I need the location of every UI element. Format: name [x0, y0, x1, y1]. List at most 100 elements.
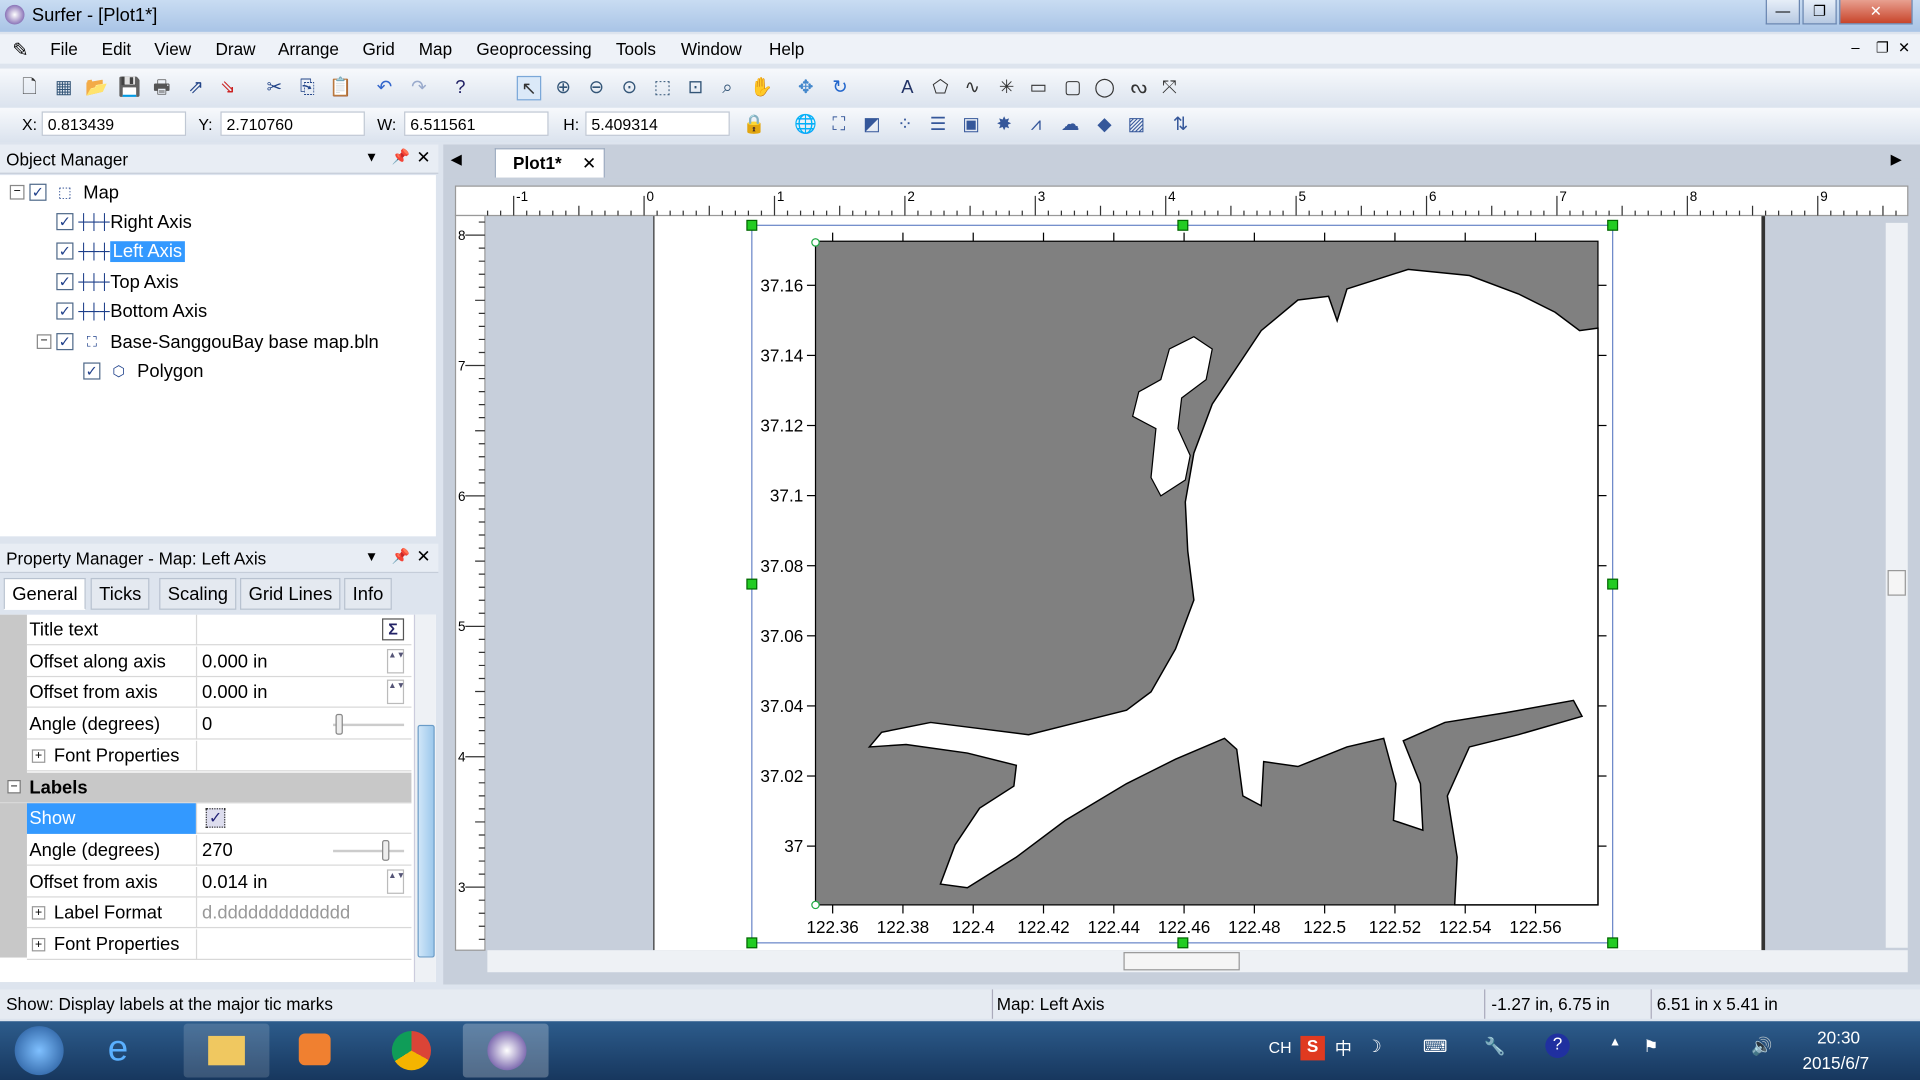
- angle-slider-thumb[interactable]: [335, 713, 343, 735]
- reshape-icon[interactable]: ⤧: [1157, 76, 1181, 100]
- spline-icon[interactable]: ᔓ: [1127, 76, 1151, 100]
- selection-handle[interactable]: [746, 937, 758, 949]
- rounded-rect-icon[interactable]: ▢: [1060, 76, 1084, 100]
- selection-handle[interactable]: [746, 219, 758, 231]
- sogou-icon[interactable]: S: [1300, 1035, 1325, 1061]
- spin-button[interactable]: ▲▼: [386, 680, 405, 705]
- spin-button[interactable]: ▲▼: [386, 868, 405, 894]
- property-row[interactable]: Show ✓: [26, 803, 412, 835]
- visibility-checkbox[interactable]: ✓: [56, 273, 74, 291]
- tree-item[interactable]: ✓ ┼┼┼ Right Axis: [37, 208, 192, 235]
- expand-icon[interactable]: +: [31, 937, 46, 952]
- tree-item[interactable]: ✓ ┼┼┼ Left Axis: [37, 238, 185, 265]
- dropdown-icon[interactable]: ▼: [365, 550, 378, 565]
- clock-time[interactable]: 20:30: [1817, 1027, 1860, 1047]
- polyline-icon[interactable]: ∿: [960, 76, 984, 100]
- tab-scroll-right-icon[interactable]: ▶: [1891, 151, 1902, 168]
- moon-icon[interactable]: ☽: [1367, 1036, 1382, 1057]
- post-map-icon[interactable]: ⁘: [893, 113, 917, 137]
- scrollbar-thumb[interactable]: [417, 724, 435, 958]
- collapse-icon[interactable]: −: [7, 779, 21, 793]
- tab-general[interactable]: General: [3, 577, 87, 610]
- show-labels-checkbox[interactable]: ✓: [205, 808, 226, 828]
- x-input[interactable]: 0.813439: [41, 111, 187, 136]
- selection-handle[interactable]: [1607, 578, 1619, 590]
- selection-handle[interactable]: [1177, 937, 1189, 949]
- menu-window[interactable]: Window: [681, 39, 742, 59]
- collapse-icon[interactable]: −: [36, 334, 52, 349]
- property-value[interactable]: d.ddddddddddddd: [202, 903, 350, 924]
- tab-info[interactable]: Info: [344, 577, 392, 610]
- tree-item[interactable]: − ✓ ⬚ Map: [9, 179, 119, 206]
- wrench-icon[interactable]: 🔧: [1484, 1036, 1505, 1057]
- width-input[interactable]: 6.511561: [404, 111, 549, 136]
- property-row[interactable]: Offset from axis 0.000 in ▲▼: [26, 677, 412, 709]
- chrome-icon[interactable]: [391, 1031, 432, 1071]
- 3d-wireframe-icon[interactable]: ◆: [1092, 113, 1116, 137]
- selection-handle[interactable]: [746, 578, 758, 590]
- export-icon[interactable]: ⇗: [184, 76, 208, 100]
- collapse-icon[interactable]: −: [9, 184, 25, 200]
- spin-button[interactable]: ▲▼: [386, 648, 405, 674]
- dropdown-icon[interactable]: ▼: [365, 151, 378, 166]
- move-icon[interactable]: ✥: [793, 76, 817, 100]
- vertical-scrollbar-thumb[interactable]: [1887, 570, 1906, 596]
- menu-help[interactable]: Help: [769, 39, 804, 59]
- maximize-button[interactable]: ❐: [1802, 0, 1837, 25]
- selection-handle[interactable]: [1177, 219, 1189, 231]
- menu-draw[interactable]: Draw: [216, 39, 256, 59]
- new-plot-icon[interactable]: 🗋: [17, 76, 41, 100]
- pin-icon[interactable]: 📌: [392, 148, 410, 165]
- rectangle-icon[interactable]: ▭: [1026, 76, 1050, 100]
- rotate-icon[interactable]: ↻: [828, 76, 852, 100]
- menu-tools[interactable]: Tools: [616, 39, 656, 59]
- image-map-icon[interactable]: ▣: [959, 113, 983, 137]
- menu-grid[interactable]: Grid: [362, 39, 394, 59]
- sigma-button[interactable]: Σ: [382, 618, 405, 641]
- tree-item[interactable]: ✓ ┼┼┼ Top Axis: [37, 268, 179, 295]
- close-icon[interactable]: ✕: [416, 147, 430, 168]
- map-globe-icon[interactable]: 🌐: [793, 113, 817, 137]
- property-row[interactable]: + Font Properties: [26, 740, 412, 772]
- pan-icon[interactable]: ✋: [749, 76, 773, 100]
- map[interactable]: 122.36 122.38 122.4 122.42 122.44 122.46 122.4…: [746, 219, 1619, 949]
- save-icon[interactable]: 💾: [118, 76, 142, 100]
- axis-handle[interactable]: [811, 900, 820, 910]
- viewshed-icon[interactable]: ⇅: [1168, 113, 1192, 137]
- mdi-close-icon[interactable]: ✕: [1898, 39, 1910, 56]
- ellipse-icon[interactable]: ◯: [1092, 76, 1116, 100]
- tab-scaling[interactable]: Scaling: [159, 577, 237, 610]
- tab-grid-lines[interactable]: Grid Lines: [240, 577, 341, 610]
- print-icon[interactable]: 🖶: [149, 76, 173, 100]
- property-row[interactable]: Title text Σ: [26, 614, 412, 646]
- watershed-icon[interactable]: ▨: [1124, 113, 1148, 137]
- property-row[interactable]: + Label Format d.ddddddddddddd: [26, 897, 412, 929]
- grid-scrollbar[interactable]: [413, 614, 436, 983]
- y-input[interactable]: 2.710760: [220, 111, 365, 136]
- menu-arrange[interactable]: Arrange: [278, 39, 339, 59]
- app-menu-icon[interactable]: ✎: [12, 38, 28, 62]
- base-map-tool-icon[interactable]: ⛶: [827, 113, 851, 137]
- contour-map-icon[interactable]: ◩: [860, 113, 884, 137]
- volume-icon[interactable]: 🔊: [1751, 1036, 1772, 1057]
- language-indicator[interactable]: CH: [1269, 1038, 1292, 1056]
- polygon-tool-icon[interactable]: ⬠: [928, 76, 952, 100]
- symbol-icon[interactable]: ✳: [994, 76, 1018, 100]
- tree-item[interactable]: − ✓ ⛶ Base-SanggouBay base map.bln: [36, 328, 379, 355]
- mdi-restore-icon[interactable]: ❐: [1876, 39, 1889, 56]
- tab-plot1[interactable]: Plot1* ✕: [494, 148, 605, 178]
- clock-date[interactable]: 2015/6/7: [1802, 1053, 1869, 1073]
- help-pointer-icon[interactable]: ?: [448, 76, 472, 100]
- menu-view[interactable]: View: [154, 39, 191, 59]
- new-worksheet-icon[interactable]: ▦: [51, 76, 75, 100]
- paste-icon[interactable]: 📋: [328, 76, 352, 100]
- redo-icon[interactable]: ↷: [407, 76, 431, 100]
- property-row[interactable]: Offset along axis 0.000 in ▲▼: [26, 646, 412, 677]
- text-icon[interactable]: A: [895, 76, 919, 100]
- menu-map[interactable]: Map: [419, 39, 452, 59]
- tab-scroll-left-icon[interactable]: ◀: [451, 151, 462, 168]
- property-row[interactable]: Angle (degrees) 270: [26, 834, 412, 866]
- visibility-checkbox[interactable]: ✓: [56, 242, 74, 260]
- cut-icon[interactable]: ✂: [262, 76, 286, 100]
- action-center-icon[interactable]: ⚑: [1643, 1036, 1658, 1057]
